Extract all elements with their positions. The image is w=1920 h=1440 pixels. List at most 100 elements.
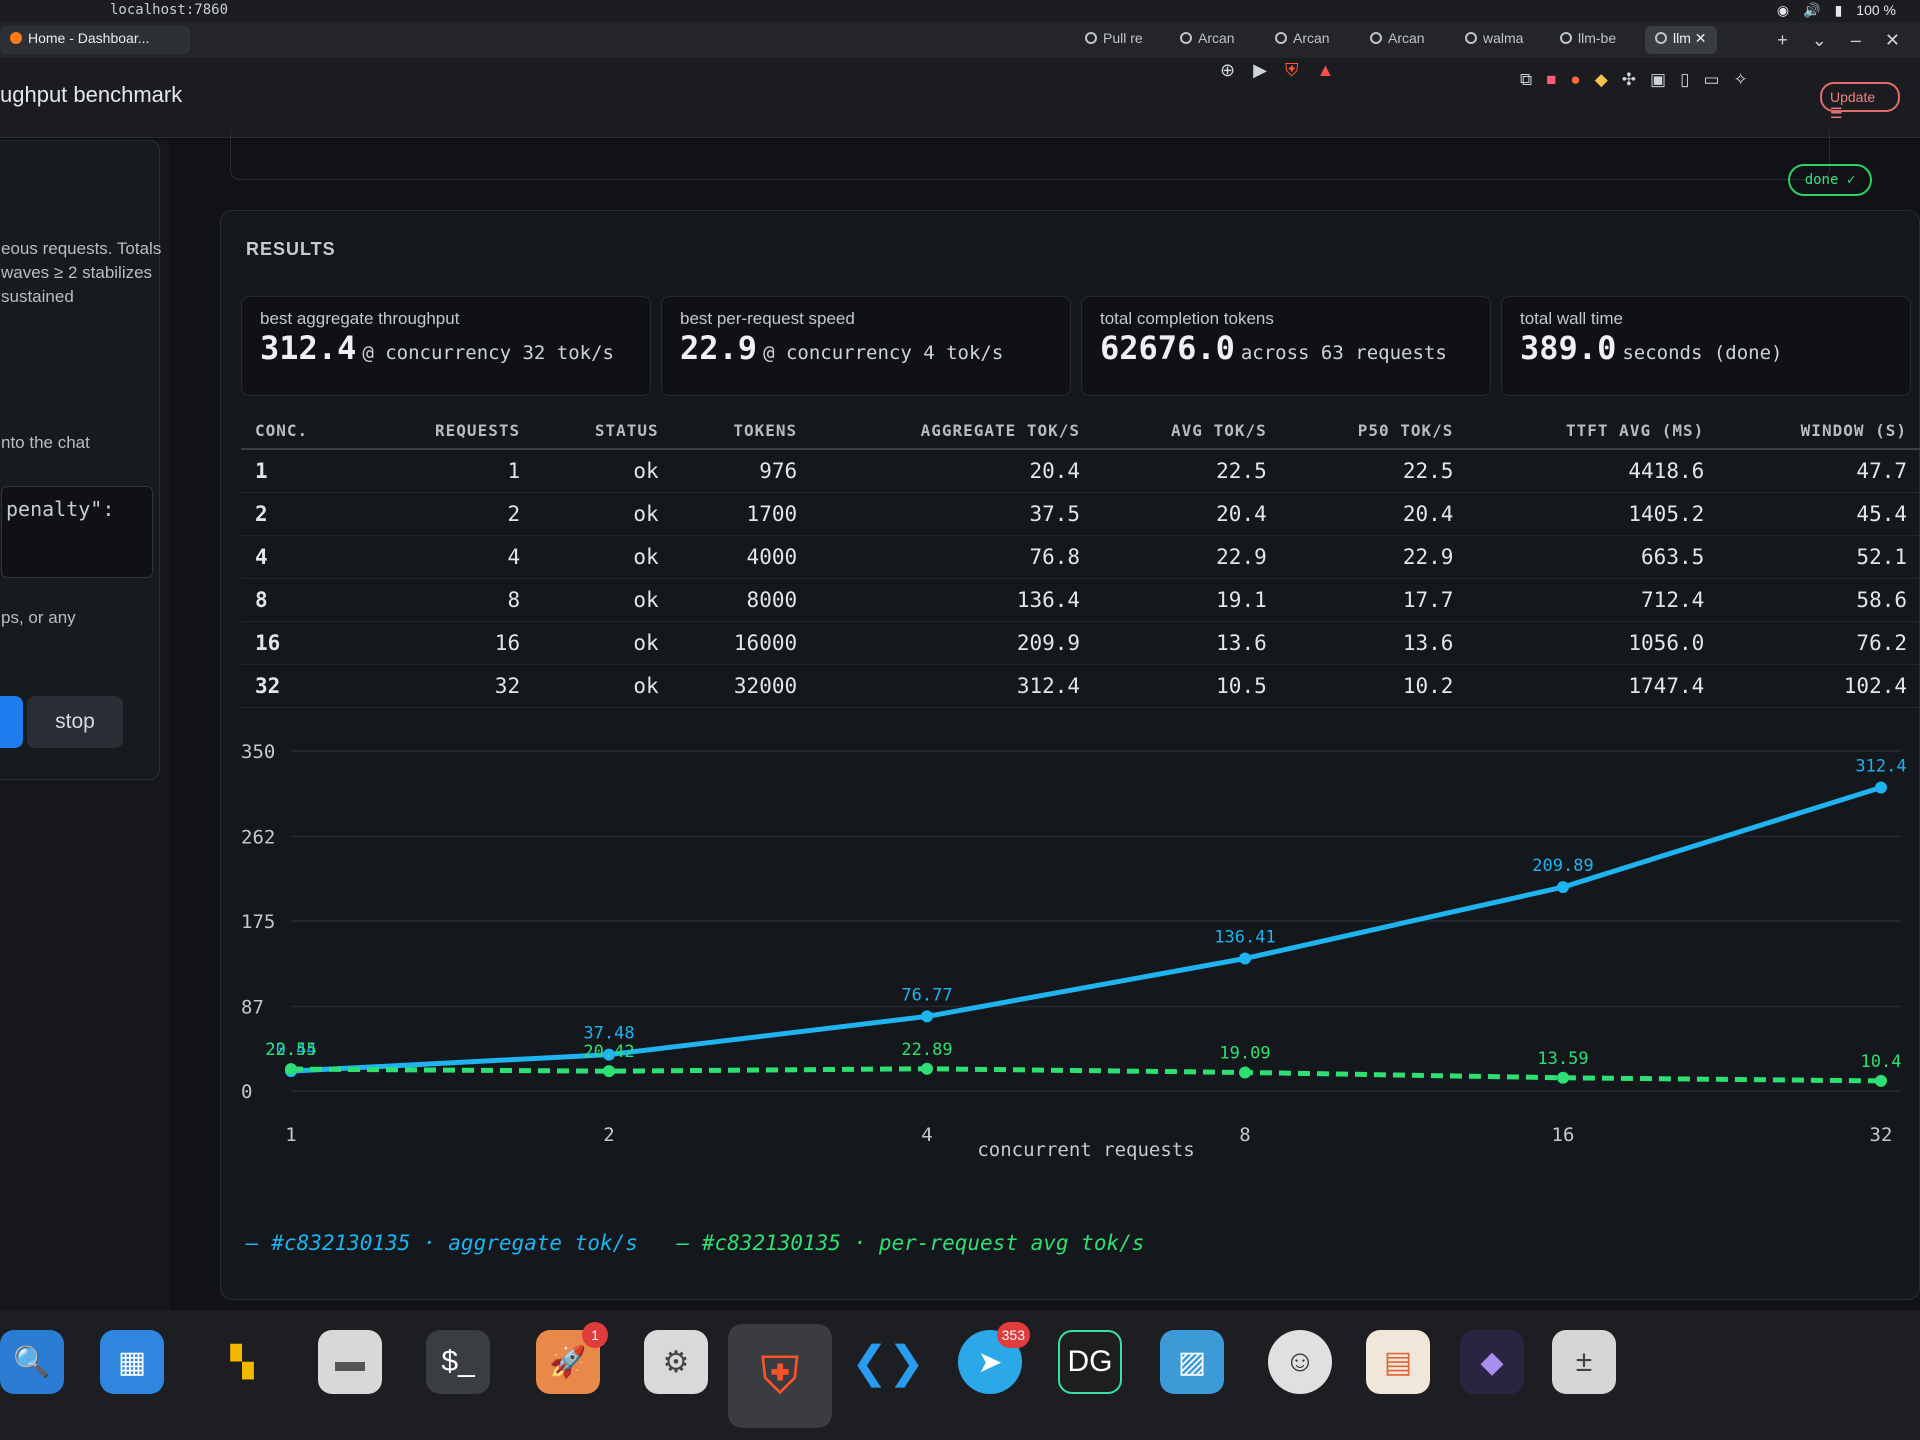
- brave-shield-icon[interactable]: ⛨: [1285, 60, 1299, 81]
- address-text: localhost:7860: [110, 2, 229, 18]
- os-top-bar: localhost:7860 ◉ 🔊 ▮ 100 %: [0, 0, 1920, 22]
- stat-total-tokens: total completion tokens 62676.0 across 63…: [1081, 296, 1491, 396]
- table-cell: 22.9: [1280, 535, 1468, 579]
- table-cell: 22.5: [1094, 449, 1281, 493]
- datagrip-icon[interactable]: DG: [1058, 1330, 1122, 1394]
- stop-button[interactable]: stop: [27, 696, 123, 748]
- stat-best-aggregate: best aggregate throughput 312.4 @ concurr…: [241, 296, 651, 396]
- table-cell: 8: [363, 578, 535, 622]
- dashboard-favicon-icon: [10, 32, 22, 44]
- translate-extension-icon[interactable]: ⧉: [1520, 70, 1532, 90]
- window-controls: + ⌄ – ✕: [1777, 30, 1900, 51]
- col-status[interactable]: STATUS: [534, 411, 673, 450]
- series-line-1: [290, 1066, 1882, 1084]
- wallet-icon[interactable]: ▭: [1703, 70, 1719, 90]
- data-label: 10.4: [1861, 1052, 1902, 1072]
- data-label: 19.09: [1219, 1043, 1270, 1063]
- x-tick-label: 2: [603, 1124, 614, 1146]
- close-tab-icon[interactable]: ✕: [1695, 30, 1707, 46]
- col-concurrency[interactable]: CONC.: [241, 411, 364, 450]
- terminal-icon[interactable]: $_: [426, 1330, 490, 1394]
- data-point: [1557, 1071, 1569, 1084]
- update-button[interactable]: Update ☰: [1820, 82, 1900, 121]
- col-ttft[interactable]: TTFT AVG (MS): [1467, 411, 1719, 450]
- search-app-icon[interactable]: 🔍: [0, 1330, 64, 1394]
- col-p50[interactable]: P50 TOK/S: [1280, 411, 1468, 450]
- y-tick-label: 350: [241, 741, 275, 763]
- vscode-icon[interactable]: ❮❯: [851, 1330, 925, 1394]
- tab-walmart[interactable]: walma: [1455, 26, 1533, 54]
- table-cell: 4418.6: [1467, 449, 1719, 493]
- brave-browser-icon[interactable]: ⛨: [728, 1324, 832, 1428]
- files-icon[interactable]: ▬: [318, 1330, 382, 1394]
- table-cell: 10.5: [1094, 664, 1281, 708]
- app-grid-icon[interactable]: ▚: [210, 1330, 274, 1394]
- telegram-icon[interactable]: ➤ 353: [958, 1322, 1030, 1394]
- globe-icon: [1370, 32, 1382, 44]
- wifi-icon[interactable]: ◉: [1777, 2, 1789, 19]
- stat-wall-time: total wall time 389.0 seconds (done): [1501, 296, 1911, 396]
- settings-icon[interactable]: ⚙: [644, 1330, 708, 1394]
- minimize-icon[interactable]: –: [1851, 30, 1861, 51]
- data-point: [1239, 1066, 1251, 1079]
- results-table: CONC. REQUESTS STATUS TOKENS AGGREGATE T…: [241, 411, 1920, 708]
- table-cell: 16000: [672, 621, 812, 665]
- table-cell: 22.5: [1280, 449, 1468, 493]
- data-label: 22.89: [901, 1040, 952, 1060]
- data-point: [921, 1062, 933, 1075]
- new-tab-icon[interactable]: +: [1777, 30, 1788, 51]
- cast-icon[interactable]: ▶: [1253, 60, 1267, 81]
- sidebar-toggle-icon[interactable]: ▯: [1680, 70, 1689, 90]
- col-aggregate[interactable]: AGGREGATE TOK/S: [811, 411, 1095, 450]
- launcher-icon[interactable]: 🚀 1: [536, 1322, 608, 1394]
- tab-arcane-2[interactable]: Arcan: [1265, 26, 1340, 54]
- params-textarea[interactable]: penalty":: [1, 486, 153, 578]
- puzzle-icon[interactable]: ✣: [1622, 70, 1636, 90]
- tab-pull-request[interactable]: Pull re: [1075, 26, 1153, 54]
- sidebar-hint-2: ps, or any: [1, 608, 76, 627]
- yellow-extension-icon[interactable]: ◆: [1595, 70, 1608, 90]
- sl-extension-icon[interactable]: ■: [1546, 70, 1556, 90]
- col-avg[interactable]: AVG TOK/S: [1094, 411, 1281, 450]
- run-button[interactable]: [0, 696, 23, 748]
- tab-llm-bench[interactable]: llm-be: [1550, 26, 1626, 54]
- image-viewer-icon[interactable]: ▨: [1160, 1330, 1224, 1394]
- col-window[interactable]: WINDOW (S): [1718, 411, 1920, 450]
- globe-icon: [1655, 32, 1667, 44]
- table-cell: 4: [241, 535, 364, 579]
- data-label: 13.59: [1537, 1049, 1588, 1069]
- rewards-icon[interactable]: ▲: [1316, 60, 1334, 81]
- volume-icon[interactable]: 🔊: [1803, 2, 1820, 19]
- table-cell: 13.6: [1280, 621, 1468, 665]
- table-cell: 20.4: [811, 449, 1095, 493]
- browser-toolbar: ughput benchmark ⊕ ▶ ⛨ ▲ ⧉ ■ ● ◆ ✣ ▣ ▯ ▭…: [0, 58, 1920, 138]
- zoom-icon[interactable]: ⊕: [1220, 60, 1235, 81]
- avatar-app-icon[interactable]: ☺: [1268, 1330, 1332, 1394]
- tab-arcane-3[interactable]: Arcan: [1360, 26, 1435, 54]
- obsidian-icon[interactable]: ◆: [1460, 1330, 1524, 1394]
- ai-icon[interactable]: ✧: [1734, 70, 1748, 90]
- col-tokens[interactable]: TOKENS: [672, 411, 812, 450]
- tab-llm-active[interactable]: llm ✕: [1645, 26, 1717, 54]
- battery-icon[interactable]: ▮: [1835, 2, 1843, 19]
- calculator-icon[interactable]: ±: [1552, 1330, 1616, 1394]
- tab-arcane-1[interactable]: Arcan: [1170, 26, 1245, 54]
- legend-per-request[interactable]: — #c832130135 · per-request avg tok/s: [677, 1231, 1145, 1255]
- red-extension-icon[interactable]: ●: [1570, 70, 1580, 90]
- tab-list-icon[interactable]: ⌄: [1812, 30, 1827, 51]
- table-cell: 32000: [672, 664, 812, 708]
- document-viewer-icon[interactable]: ▤: [1366, 1330, 1430, 1394]
- screenshot-icon[interactable]: ▣: [1650, 70, 1666, 90]
- workspace-icon[interactable]: ▦: [100, 1330, 164, 1394]
- telegram-badge: 353: [996, 1322, 1030, 1348]
- col-requests[interactable]: REQUESTS: [363, 411, 535, 450]
- table-cell: 20.4: [1094, 492, 1281, 536]
- legend-aggregate[interactable]: — #c832130135 · aggregate tok/s: [246, 1231, 638, 1255]
- data-label: 312.4: [1855, 757, 1906, 777]
- table-cell: 52.1: [1718, 535, 1920, 579]
- table-row: 8 8 ok 8000 136.4 19.1 17.7 712.4 58.6: [241, 578, 1920, 622]
- data-label: 76.77: [901, 985, 952, 1005]
- google-icon: [1465, 32, 1477, 44]
- tab-dashboard[interactable]: Home - Dashboar...: [0, 26, 190, 54]
- close-window-icon[interactable]: ✕: [1885, 30, 1900, 51]
